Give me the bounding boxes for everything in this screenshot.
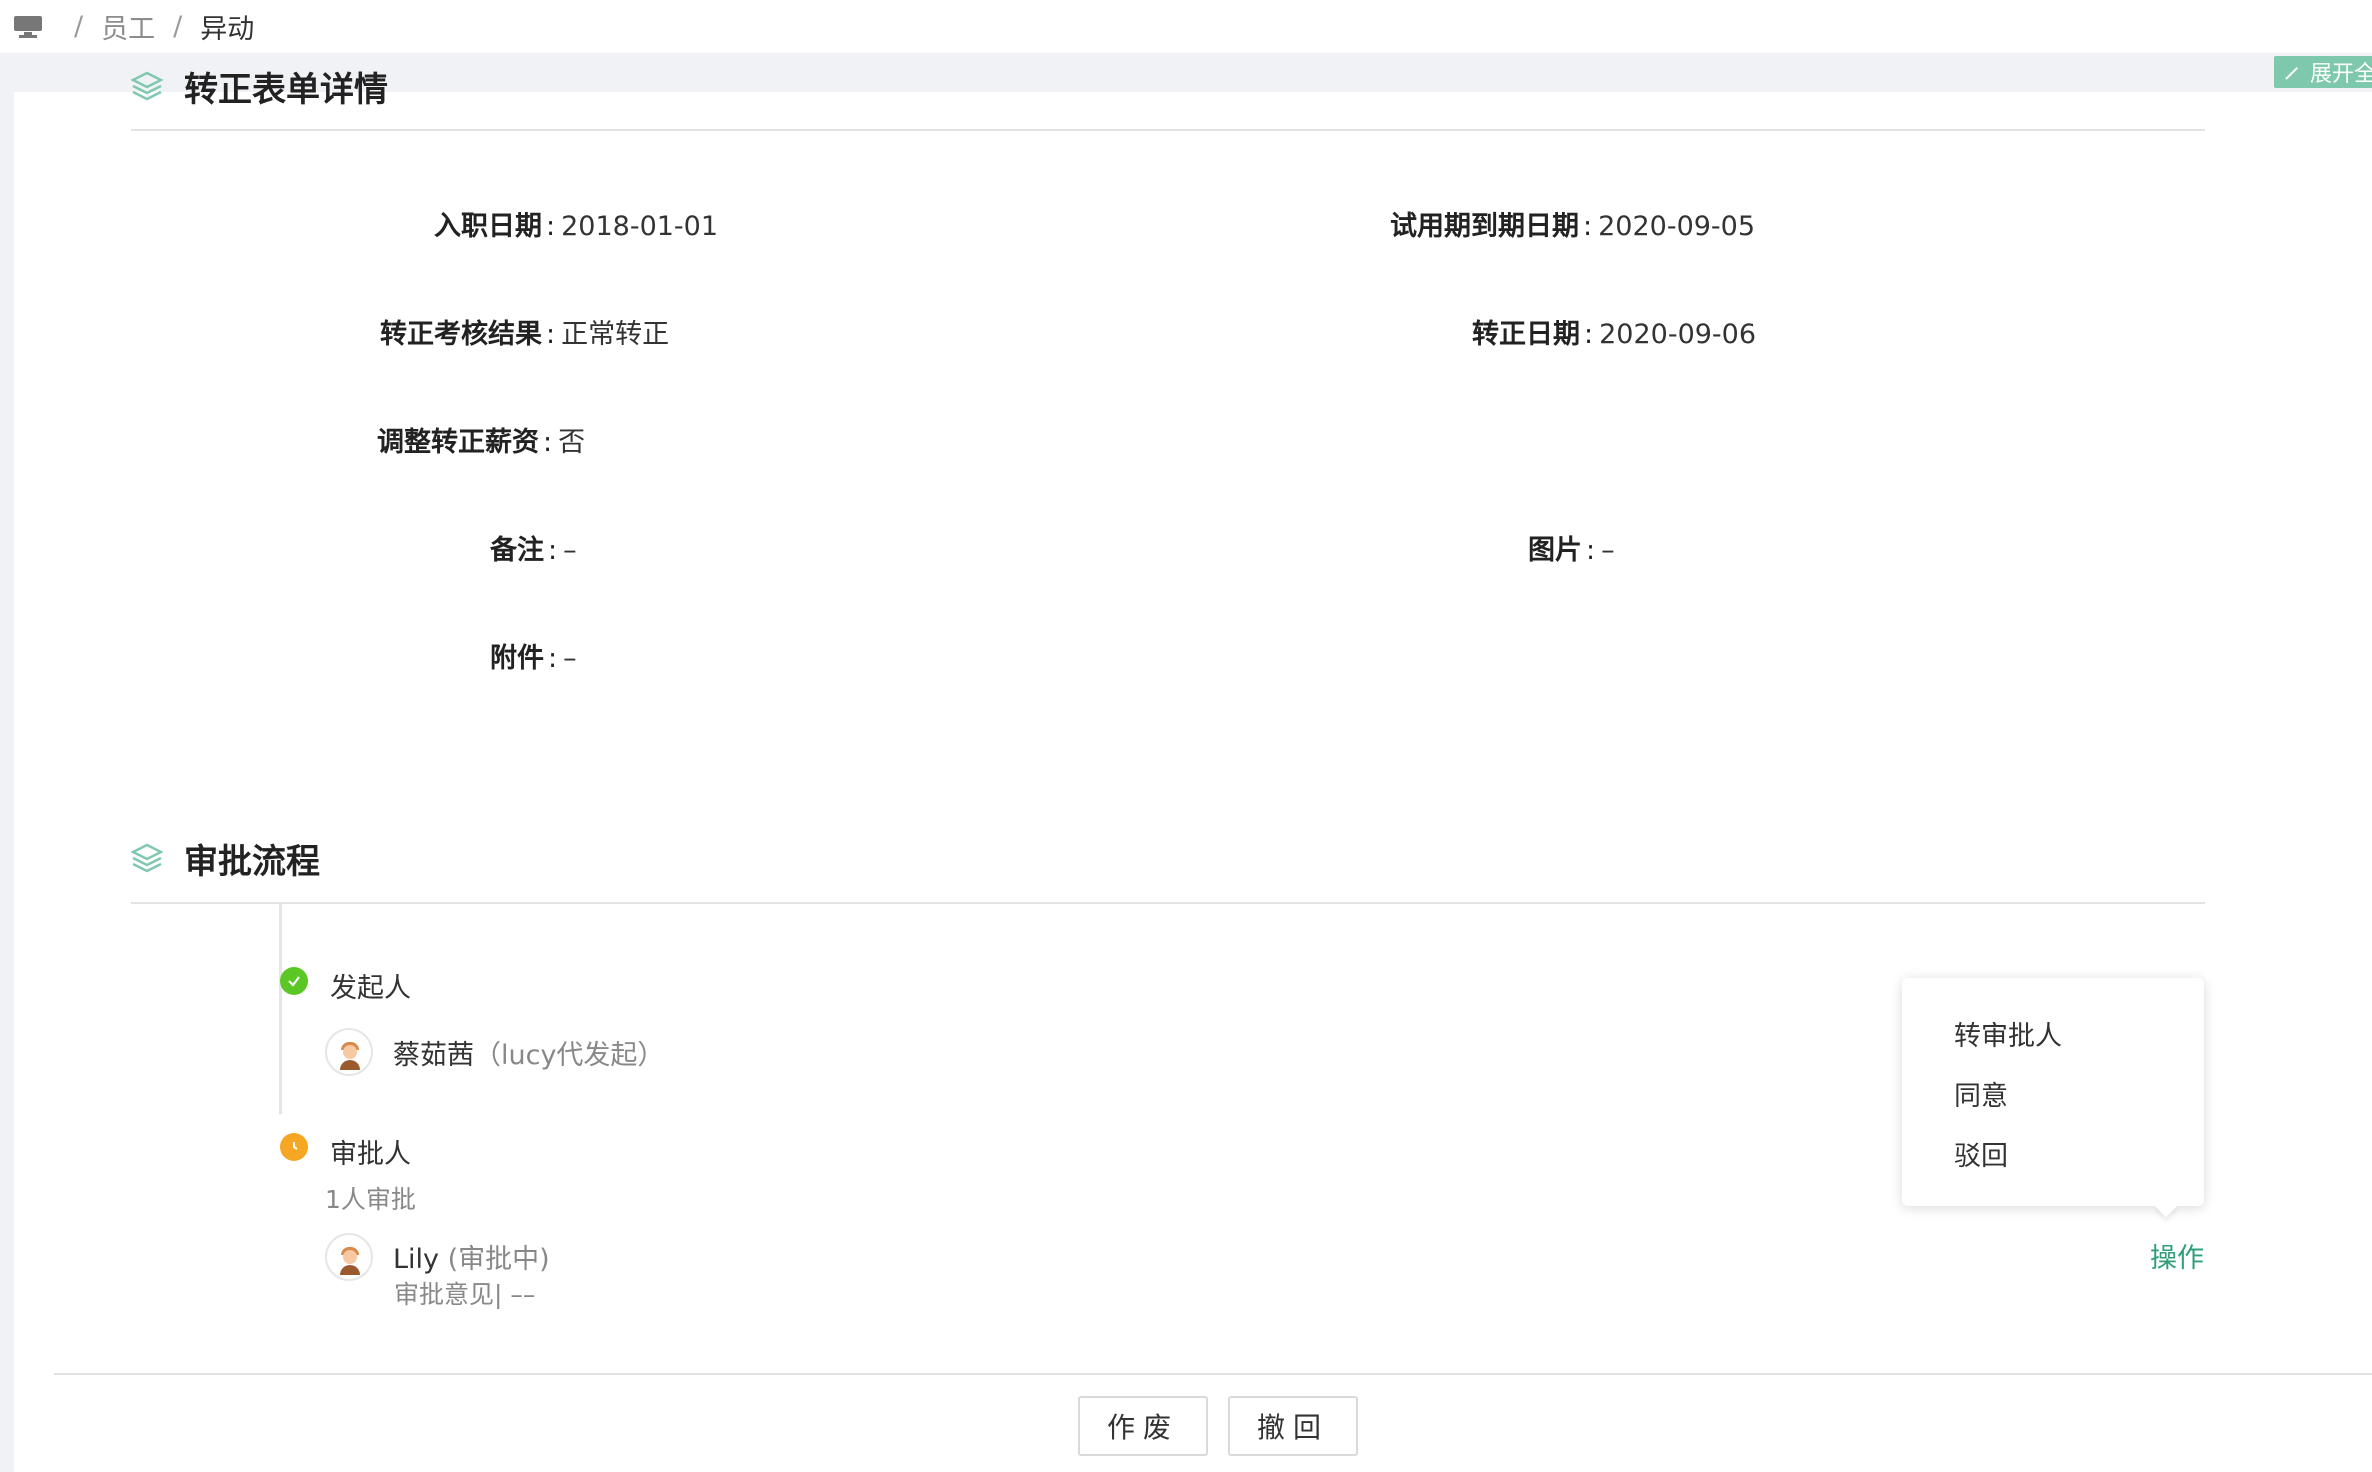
breadcrumb: / 员工 / 异动: [0, 0, 2372, 53]
breadcrumb-separator: /: [74, 11, 84, 42]
menu-item-approve[interactable]: 同意: [1954, 1074, 2008, 1113]
approval-flow-title: 审批流程: [130, 834, 320, 883]
initiator-note: （lucy代发起）: [474, 1040, 665, 1071]
avatar: [325, 1028, 373, 1076]
approver-status: (审批中): [447, 1244, 550, 1275]
section-divider: [131, 902, 2205, 904]
approver-name: Lily: [393, 1244, 440, 1275]
expand-all-button[interactable]: 展开全: [2274, 56, 2372, 88]
footer-divider: [54, 1373, 2372, 1375]
section-divider: [131, 129, 2205, 131]
initiator-name: 蔡茹茜: [393, 1040, 474, 1071]
field-adjust-salary: 调整转正薪资: 否: [377, 427, 586, 458]
approver-title: 审批人: [330, 1139, 411, 1170]
field-probation-end: 试用期到期日期:2020-09-05: [1390, 211, 1756, 242]
field-attachment: 附件: –: [490, 643, 577, 674]
form-details-title: 转正表单详情: [130, 62, 388, 111]
approval-opinion: 审批意见| ––: [394, 1280, 536, 1309]
initiator-title: 发起人: [330, 973, 411, 1004]
operation-link[interactable]: 操作: [2150, 1236, 2204, 1275]
expand-all-label: 展开全: [2310, 62, 2372, 87]
breadcrumb-item-change: 异动: [200, 14, 255, 45]
layers-icon: [130, 843, 164, 872]
menu-item-reject[interactable]: 驳回: [1954, 1134, 2008, 1173]
approver-count: 1人审批: [325, 1185, 416, 1214]
field-remark: 备注: –: [490, 535, 577, 566]
void-button[interactable]: 作废: [1078, 1396, 1208, 1456]
layers-icon: [130, 71, 164, 100]
computer-icon[interactable]: [14, 15, 42, 38]
breadcrumb-separator: /: [173, 11, 183, 42]
expand-arrows-icon: [2284, 61, 2306, 83]
field-assessment-result: 转正考核结果: 正常转正: [380, 319, 670, 350]
avatar: [325, 1233, 373, 1281]
field-regular-date: 转正日期:2020-09-06: [1472, 319, 1757, 350]
breadcrumb-item-employee[interactable]: 员工: [101, 7, 155, 46]
timeline-line: [279, 904, 282, 1114]
action-menu: 转审批人 同意 驳回: [1902, 978, 2204, 1206]
initiator-info: 蔡茹茜（lucy代发起）: [393, 1033, 664, 1072]
field-hire-date: 入职日期:2018-01-01: [434, 211, 719, 242]
field-picture: 图片: –: [1528, 535, 1615, 566]
withdraw-button[interactable]: 撤回: [1228, 1396, 1358, 1456]
clock-icon: [280, 1133, 308, 1161]
menu-item-transfer-approver[interactable]: 转审批人: [1954, 1014, 2062, 1053]
check-icon: [280, 967, 308, 995]
approver-info: Lily (审批中): [393, 1237, 550, 1276]
